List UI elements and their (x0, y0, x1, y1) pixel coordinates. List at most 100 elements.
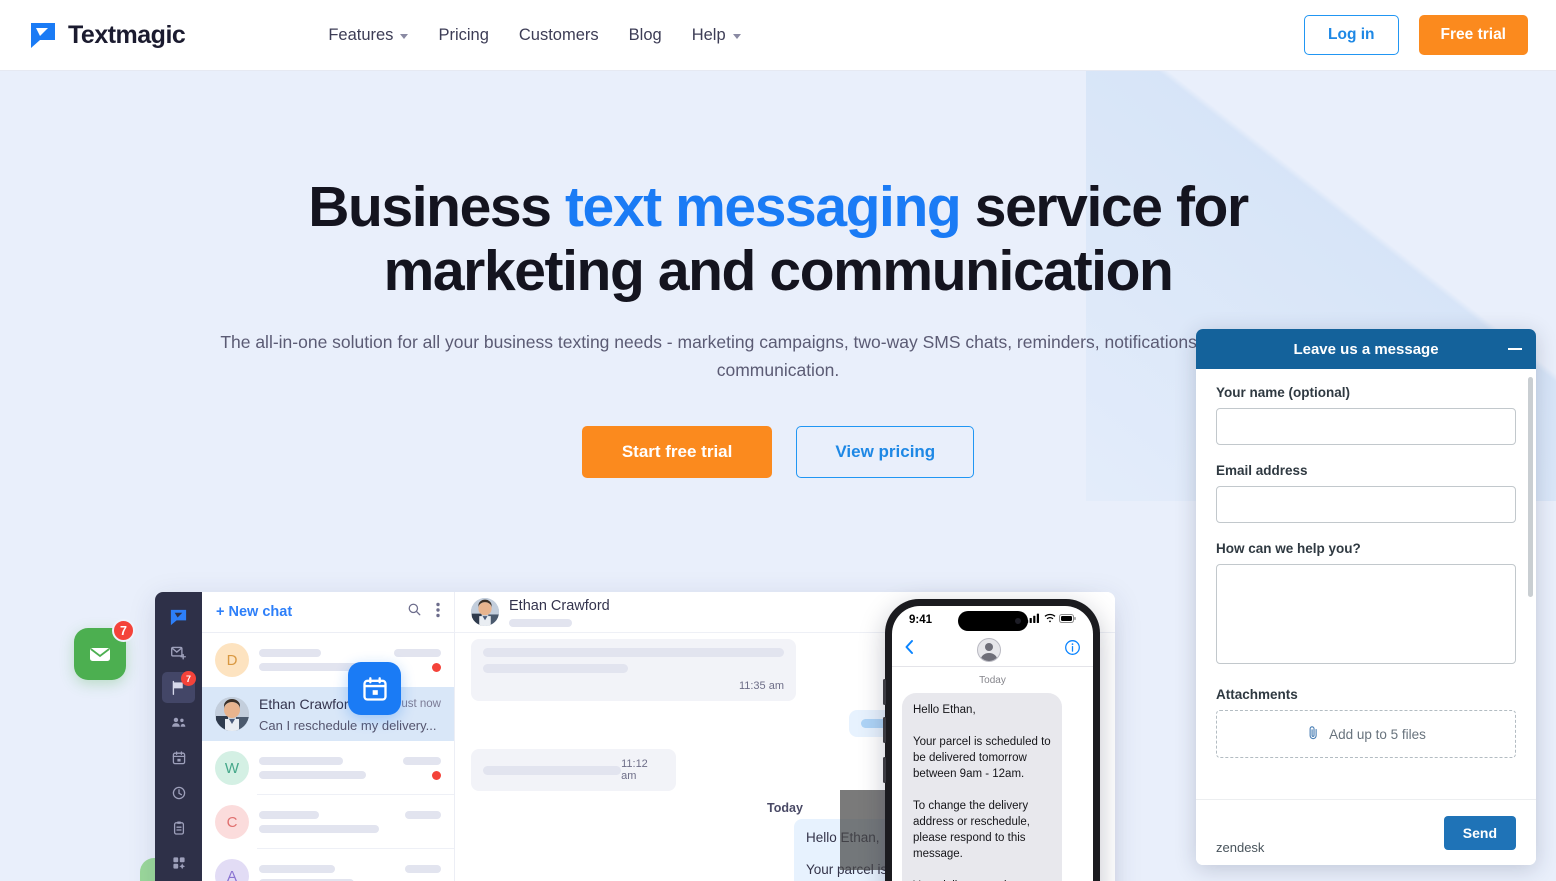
nav-label: Features (328, 25, 394, 44)
dynamic-island (957, 611, 1028, 631)
back-chevron-icon[interactable] (904, 639, 914, 660)
list-item-row (259, 648, 441, 657)
mail-unread-badge: 7 (112, 619, 135, 642)
zendesk-chat-widget: Leave us a message Your name (optional) … (1196, 329, 1536, 865)
contact-name: Ethan Crawford (509, 597, 610, 614)
list-header-actions (407, 602, 440, 623)
chevron-down-icon (732, 33, 741, 39)
list-item-row (259, 825, 441, 833)
messages-unread-badge: 7 (181, 671, 196, 686)
mail-app-icon: 7 (74, 619, 135, 680)
widget-title: Leave us a message (1293, 340, 1439, 358)
email-input[interactable] (1216, 486, 1516, 523)
chevron-down-icon (400, 33, 409, 39)
avatar: A (215, 859, 249, 881)
list-item-content (259, 811, 441, 833)
header-actions: Log in Free trial (1304, 15, 1528, 55)
list-item-content (259, 756, 441, 780)
page-root: Textmagic Features Pricing Customers Blo… (0, 0, 1556, 881)
avatar (471, 598, 499, 626)
conversation-list-header: + New chat (202, 592, 454, 633)
nav-label: Pricing (438, 25, 489, 44)
wifi-icon (1044, 613, 1056, 626)
sidebar-item-contacts[interactable] (162, 707, 195, 738)
more-vertical-icon[interactable] (436, 602, 440, 623)
view-pricing-button[interactable]: View pricing (796, 426, 975, 478)
nav-item-customers[interactable]: Customers (519, 26, 599, 45)
list-item-row (259, 770, 441, 780)
help-textarea[interactable] (1216, 564, 1516, 664)
nav-label: Customers (518, 25, 599, 44)
front-camera-icon (1014, 618, 1021, 624)
list-item[interactable]: D (202, 633, 454, 687)
battery-icon (1059, 613, 1076, 626)
zendesk-brand: zendesk (1216, 840, 1265, 855)
login-button[interactable]: Log in (1304, 15, 1399, 55)
status-indicators (1026, 613, 1076, 626)
avatar: W (215, 751, 249, 785)
placeholder-bar (405, 865, 441, 873)
sidebar-item-chat-logo[interactable] (162, 602, 195, 633)
main-navigation: Features Pricing Customers Blog Help (328, 25, 741, 45)
nav-item-pricing[interactable]: Pricing (438, 26, 488, 45)
brand-logo[interactable]: Textmagic (28, 20, 186, 50)
conversation-list: + New chat D Ethan Crawford Just now Can… (202, 592, 455, 881)
list-item[interactable]: A (202, 849, 454, 881)
bubble-row: 11:12 am (483, 758, 664, 782)
phone-volume-up-button (883, 679, 886, 705)
sidebar-item-calendar[interactable] (162, 742, 195, 773)
placeholder-bar (483, 648, 784, 657)
paperclip-icon (1306, 725, 1321, 743)
minimize-icon[interactable] (1508, 348, 1522, 350)
cellular-signal-icon (1026, 613, 1040, 626)
new-chat-button[interactable]: + New chat (216, 604, 292, 620)
calendar-icon (348, 662, 401, 715)
info-circle-icon[interactable] (1064, 639, 1081, 661)
search-icon[interactable] (407, 602, 422, 622)
placeholder-bar (403, 756, 441, 765)
message-preview: Can I reschedule my delivery... (259, 717, 437, 733)
nav-item-blog[interactable]: Blog (629, 26, 662, 45)
sidebar-item-history[interactable] (162, 777, 195, 808)
message-bubble-incoming: Hello Ethan, Your parcel is scheduled to… (902, 693, 1062, 881)
placeholder-bar (259, 756, 343, 765)
free-trial-button[interactable]: Free trial (1418, 15, 1528, 55)
brand-name: Textmagic (68, 20, 186, 49)
list-item-content (259, 865, 441, 881)
widget-header: Leave us a message (1196, 329, 1536, 369)
contact-avatar-icon[interactable] (977, 637, 1001, 662)
sidebar-item-apps[interactable] (162, 847, 195, 878)
chat-bubble-logo-icon (28, 20, 58, 50)
sidebar-item-messages[interactable]: 7 (162, 671, 196, 703)
avatar: C (215, 805, 249, 839)
nav-label: Help (691, 25, 726, 44)
message-bubble-incoming: 11:12 am (471, 749, 676, 791)
contact-name: Ethan Crawford (259, 695, 357, 712)
placeholder-bar (259, 811, 319, 819)
list-item[interactable]: W (202, 741, 454, 795)
sidebar-item-clipboard[interactable] (162, 812, 195, 843)
nav-item-help[interactable]: Help (692, 26, 741, 45)
phone-screen: 9:41 Today Hello Ethan, Your parcel is s… (892, 606, 1093, 881)
attachments-label: Attachments (1216, 687, 1298, 702)
status-time: 9:41 (909, 613, 933, 626)
name-input[interactable] (1216, 408, 1516, 445)
unread-indicator (432, 770, 441, 780)
phone-mockup: 9:41 Today Hello Ethan, Your parcel is s… (883, 599, 1100, 881)
list-item-row (259, 811, 441, 819)
phone-message-thread: Today Hello Ethan, Your parcel is schedu… (892, 667, 1093, 881)
unread-indicator (432, 662, 441, 672)
list-item[interactable]: Ethan Crawford Just now Can I reschedule… (202, 687, 454, 741)
send-button[interactable]: Send (1443, 815, 1516, 850)
sidebar-item-compose-mail[interactable] (162, 637, 195, 668)
headline-highlight: text messaging (564, 175, 962, 239)
start-free-trial-button[interactable]: Start free trial (581, 426, 773, 478)
email-field-label: Email address (1216, 463, 1308, 478)
avatar: D (215, 643, 249, 677)
attachment-dropzone[interactable]: Add up to 5 files (1216, 710, 1516, 758)
list-item[interactable]: C (202, 795, 454, 849)
nav-item-features[interactable]: Features (328, 25, 409, 45)
placeholder-bar (394, 648, 441, 657)
attachment-text: Add up to 5 files (1329, 726, 1426, 742)
scrollbar[interactable] (1528, 377, 1533, 597)
